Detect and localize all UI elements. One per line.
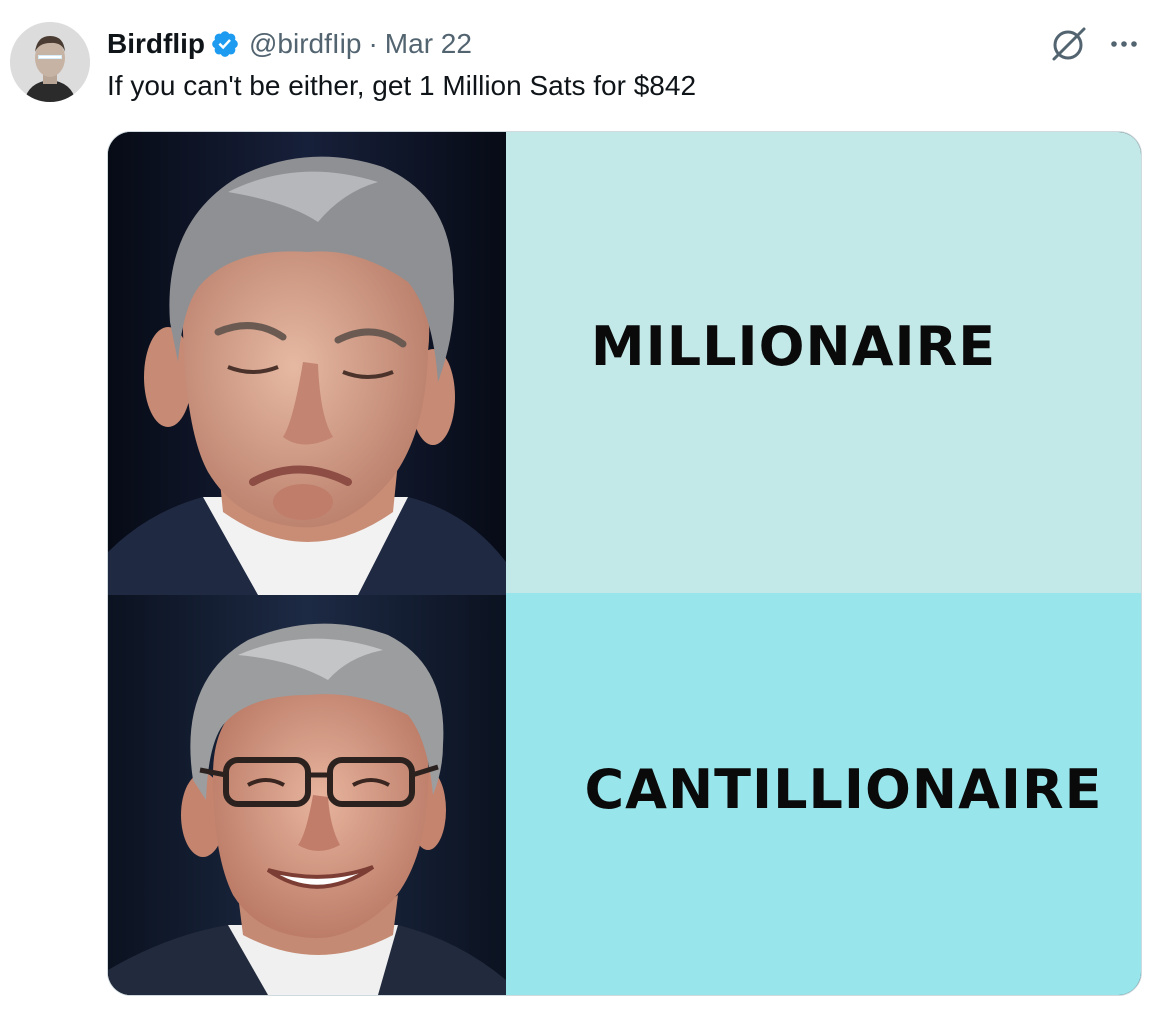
tweet-header: Birdflip @birdfIip · Mar 22	[107, 26, 472, 62]
meme-label-top: MILLIONAIRE	[506, 132, 1141, 593]
meme-photo-approving	[108, 595, 506, 995]
meme-photo-disapproving	[108, 132, 506, 595]
author-display-name[interactable]: Birdflip	[107, 28, 205, 60]
tweet-media[interactable]: MILLIONAIRE CANTILLIONAIRE	[107, 131, 1142, 996]
meme-label-millionaire: MILLIONAIRE	[590, 315, 997, 378]
verified-badge-icon[interactable]	[210, 29, 240, 59]
grok-icon[interactable]	[1050, 25, 1088, 63]
avatar-image	[10, 22, 90, 102]
more-options-icon[interactable]	[1106, 30, 1142, 58]
meme-label-cantillionaire: CANTILLIONAIRE	[584, 757, 1103, 821]
header-separator: ·	[368, 28, 378, 59]
meme-label-bottom: CANTILLIONAIRE	[506, 593, 1141, 995]
author-handle[interactable]: @birdfIip	[249, 28, 361, 60]
tweet-date[interactable]: Mar 22	[385, 28, 472, 60]
avatar[interactable]	[10, 22, 90, 102]
tweet-text: If you can't be either, get 1 Million Sa…	[107, 70, 697, 101]
